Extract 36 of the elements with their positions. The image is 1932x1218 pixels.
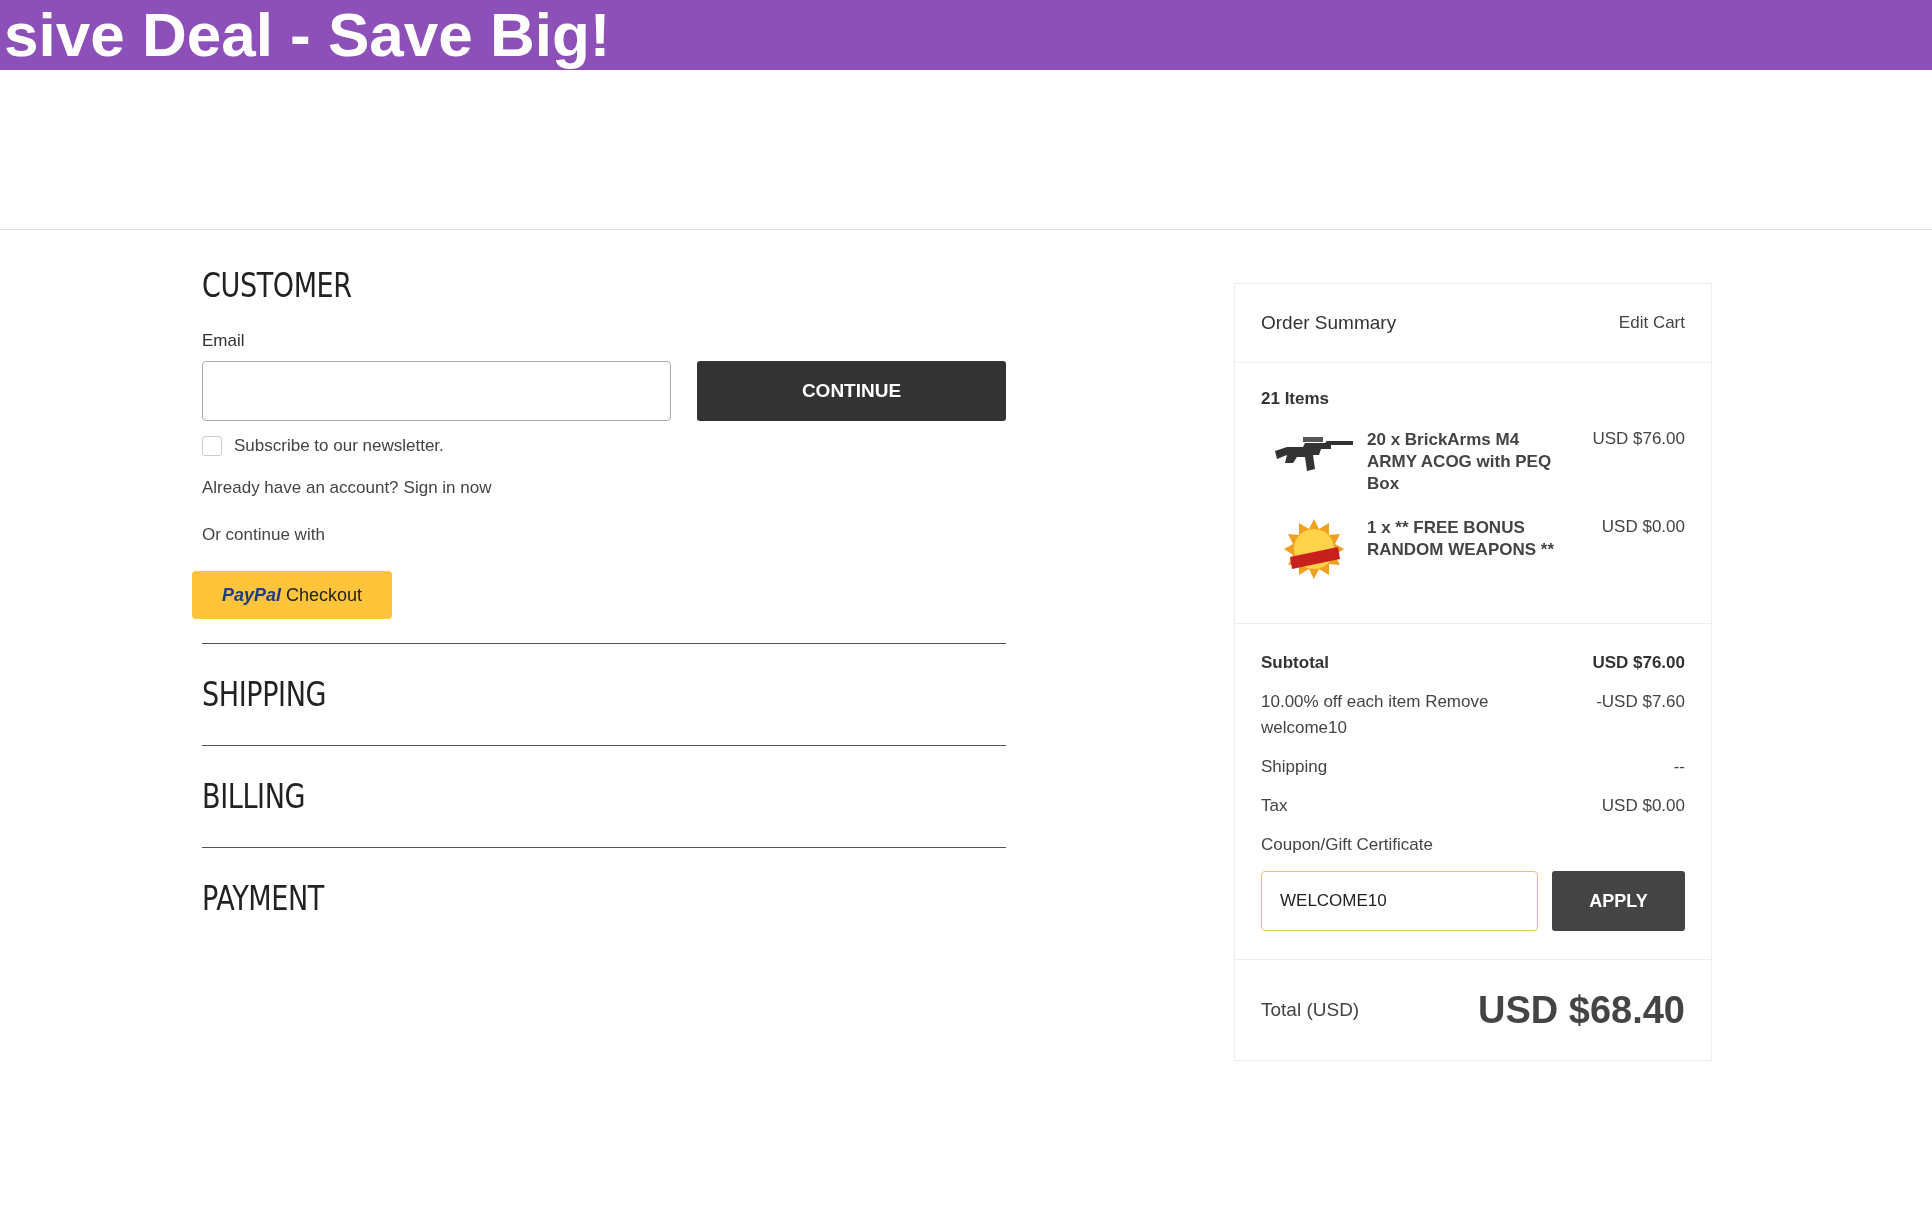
item-name: 20 x BrickArms M4 ARMY ACOG with PEQ Box [1367,429,1553,495]
newsletter-checkbox[interactable] [202,436,222,456]
item-name: 1 x ** FREE BONUS RANDOM WEAPONS ** [1367,517,1555,561]
tax-label: Tax [1261,795,1288,817]
email-label: Email [202,331,246,351]
item-price: USD $76.00 [1591,429,1685,449]
discount-value: -USD $7.60 [1596,691,1685,713]
section-heading: SHIPPING [202,675,327,714]
summary-title: Order Summary [1261,312,1397,334]
coupon-label: Coupon/Gift Certificate [1261,835,1434,855]
section-heading: CUSTOMER [202,266,352,305]
items-count: 21 Items [1261,389,1331,409]
sign-in-link[interactable]: Sign in now [403,478,492,498]
starburst-drawing [1282,517,1346,581]
item-price: USD $0.00 [1600,517,1685,537]
continue-button[interactable]: CONTINUE [697,361,1006,421]
subtotal-value: USD $76.00 [1592,652,1685,674]
section-heading: PAYMENT [202,879,324,918]
total-value: USD $68.40 [1478,988,1685,1032]
apply-button[interactable]: APPLY [1552,871,1685,931]
coupon-input[interactable]: WELCOME10 [1261,871,1538,931]
email-input[interactable] [202,361,671,421]
subtotal-label: Subtotal [1261,652,1329,674]
total-label: Total (USD) [1261,999,1360,1021]
newsletter-label: Subscribe to our newsletter. [234,436,444,456]
tax-value: USD $0.00 [1601,795,1685,817]
or-continue-text: Or continue with [202,525,326,545]
remove-link[interactable]: Remove [1425,692,1489,711]
shipping-label: Shipping [1261,756,1328,778]
banner-text: sive Deal - Save Big! [3,0,611,70]
paypal-checkout-button[interactable]: PayPal Checkout [192,571,392,619]
discount-label: 10.00% off each item Remove welcome10 [1261,691,1490,739]
section-heading: BILLING [202,777,306,816]
account-text: Already have an account? [202,478,399,498]
shipping-value: -- [1673,756,1685,778]
edit-cart-link[interactable]: Edit Cart [1618,313,1685,333]
